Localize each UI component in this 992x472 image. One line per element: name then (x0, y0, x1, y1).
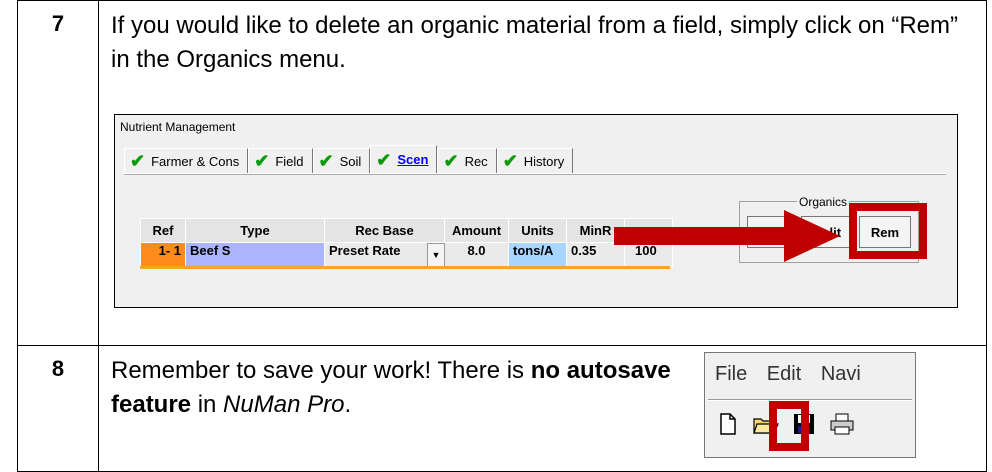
checkmark-icon: ✔ (443, 151, 459, 171)
instruction-table: 7 If you would like to delete an organic… (17, 0, 987, 472)
grid-header-row: Ref Type Rec Base Amount Units MinR (140, 218, 673, 243)
nutrient-management-window: Nutrient Management ✔ Farmer & Cons ✔ Fiel… (114, 114, 958, 308)
tab-label: Field (275, 153, 304, 169)
cell-amount[interactable]: 8.0 (444, 242, 509, 267)
toolbar-separator (708, 399, 912, 401)
text-italic: NuMan Pro (223, 391, 345, 418)
checkmark-icon: ✔ (318, 151, 334, 171)
text-after: . (344, 391, 352, 418)
step-instruction: Remember to save your work! There is no … (111, 354, 691, 422)
menu-bar: File Edit Navi (715, 363, 915, 386)
col-header-units: Units (508, 218, 567, 243)
tab-label: Soil (339, 153, 362, 169)
tab-field[interactable]: ✔ Field (248, 148, 313, 173)
red-arrow-icon (614, 210, 840, 262)
menu-file[interactable]: File (715, 363, 747, 385)
tab-label: Scen (397, 152, 429, 167)
tab-scen[interactable]: ✔ Scen (370, 145, 438, 173)
save-highlight-box (769, 401, 809, 451)
text-middle: in (191, 391, 224, 418)
rem-highlight-box (849, 203, 927, 259)
cell-rec-base[interactable]: Preset Rate ▼ (324, 242, 445, 267)
step-content-cell: If you would like to delete an organic m… (98, 0, 987, 346)
toolbar-screenshot: File Edit Navi (704, 352, 916, 458)
step-number-cell: 8 (17, 345, 99, 472)
tab-label: Rec (464, 153, 488, 169)
step-number: 7 (51, 11, 65, 36)
col-header-type: Type (185, 218, 325, 243)
tab-soil[interactable]: ✔ Soil (312, 148, 371, 173)
table-row[interactable]: 1- 1 Beef S Preset Rate ▼ 8.0 tons/A 0.35… (140, 242, 673, 267)
checkmark-icon: ✔ (376, 149, 392, 170)
print-icon[interactable] (829, 411, 855, 437)
organics-legend: Organics (797, 195, 850, 209)
step-number-cell: 7 (17, 0, 99, 346)
new-file-icon[interactable] (715, 411, 741, 437)
grid-row-underline (140, 266, 670, 269)
col-header-rec-base: Rec Base (324, 218, 445, 243)
cell-type[interactable]: Beef S (185, 242, 325, 267)
checkmark-icon: ✔ (502, 151, 518, 171)
tab-label: Farmer & Cons (151, 153, 240, 169)
dropdown-arrow-icon[interactable]: ▼ (427, 243, 445, 267)
step-number: 8 (51, 356, 65, 381)
cell-units[interactable]: tons/A (508, 242, 567, 267)
window-title: Nutrient Management (120, 120, 236, 134)
tab-divider (124, 173, 946, 175)
text-before: Remember to save your work! There is (111, 357, 531, 384)
tab-label: History (523, 153, 565, 169)
checkmark-icon: ✔ (254, 151, 270, 171)
menu-edit[interactable]: Edit (767, 363, 801, 385)
tab-bar: ✔ Farmer & Cons ✔ Field ✔ Soil ✔ Scen ✔ Rec ✔… (124, 145, 574, 173)
cell-ref[interactable]: 1- 1 (140, 242, 186, 267)
organics-grid: Ref Type Rec Base Amount Units MinR 1- 1… (140, 218, 673, 267)
step-content-cell: Remember to save your work! There is no … (98, 345, 987, 472)
tab-history[interactable]: ✔ History (496, 148, 574, 173)
menu-navi[interactable]: Navi (821, 363, 861, 385)
col-header-amount: Amount (444, 218, 509, 243)
step-instruction: If you would like to delete an organic m… (111, 12, 959, 73)
tab-rec[interactable]: ✔ Rec (437, 148, 497, 173)
tab-farmer-cons[interactable]: ✔ Farmer & Cons (124, 148, 249, 173)
col-header-ref: Ref (140, 218, 186, 243)
rec-base-value: Preset Rate (329, 243, 401, 258)
checkmark-icon: ✔ (130, 151, 146, 171)
